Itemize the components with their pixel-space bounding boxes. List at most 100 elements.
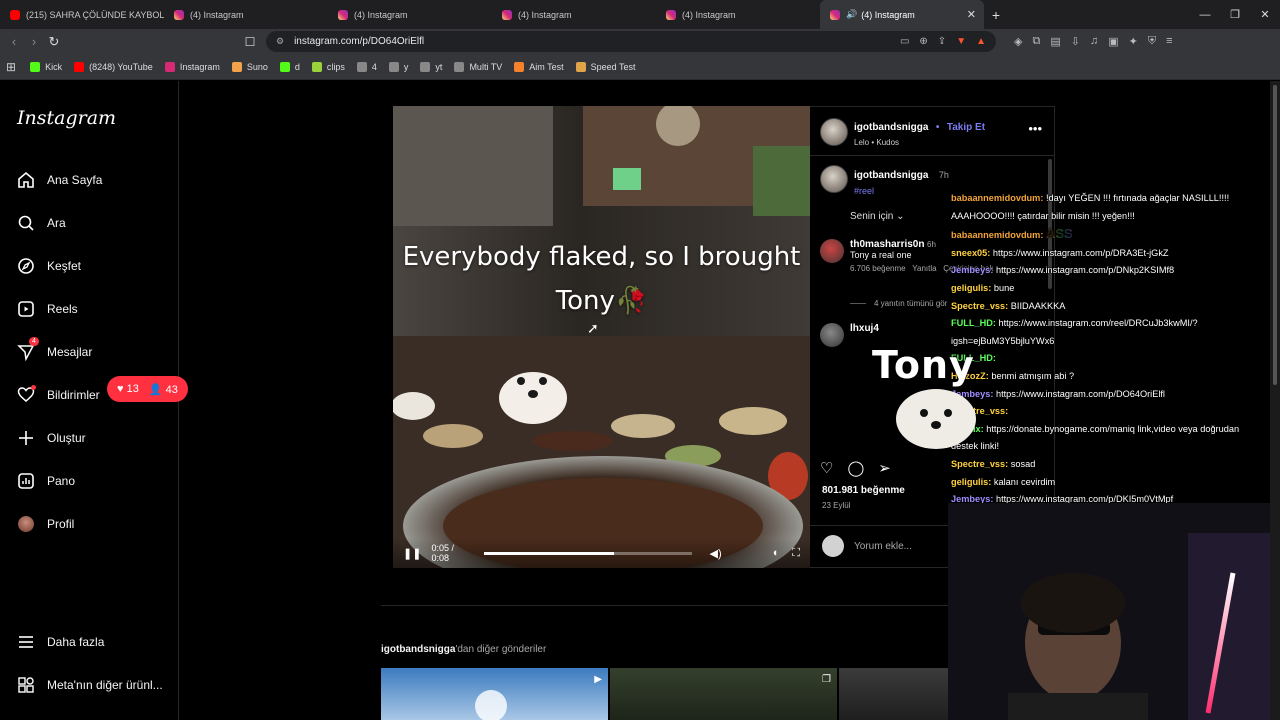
- nav-home[interactable]: Ana Sayfa: [17, 171, 102, 189]
- site-info-icon[interactable]: ⚙: [276, 36, 284, 47]
- add-comment[interactable]: Yorum ekle...: [822, 535, 912, 557]
- reading-list-icon[interactable]: ▣: [1108, 35, 1118, 48]
- bookmark-item[interactable]: Aim Test: [514, 61, 564, 72]
- sun-image: [475, 690, 507, 720]
- instagram-logo[interactable]: Instagram: [17, 107, 116, 129]
- comment-icon[interactable]: ◯: [847, 459, 864, 477]
- minimize-icon[interactable]: —: [1190, 9, 1220, 21]
- post-video[interactable]: Everybody flaked, so I brought Tony🥀 ➚ ❚…: [393, 106, 810, 568]
- more-options-icon[interactable]: •••: [1028, 121, 1042, 136]
- comment-username[interactable]: lhxuj4: [850, 323, 879, 334]
- music-icon[interactable]: ♫: [1090, 35, 1098, 48]
- notification-popup[interactable]: ♥ 13 👤 43: [107, 376, 188, 402]
- vpn-icon[interactable]: ⛨: [1148, 35, 1156, 48]
- close-tab-icon[interactable]: ✕: [967, 8, 976, 21]
- close-window-icon[interactable]: ✕: [1250, 8, 1280, 21]
- post-thumbnail[interactable]: [839, 668, 948, 720]
- bookmark-item[interactable]: yt: [420, 61, 442, 72]
- nav-meta[interactable]: Meta'nın diğer ürünl...: [17, 676, 163, 694]
- browser-tab[interactable]: (4) Instagram: [164, 0, 328, 29]
- bookmark-item[interactable]: Suno: [231, 61, 268, 72]
- zoom-icon[interactable]: ⊕: [919, 36, 927, 47]
- nav-search[interactable]: Ara: [17, 214, 66, 232]
- author-name[interactable]: igotbandsnigga: [854, 122, 928, 133]
- comment-username[interactable]: th0masharris0n: [850, 239, 924, 250]
- video-progress-bar[interactable]: [483, 551, 692, 555]
- extensions-icon[interactable]: ⧉: [1032, 35, 1040, 48]
- share-icon[interactable]: ⇪: [938, 36, 946, 47]
- browser-toolbar: ‹ › ↻ ☐ ⚙ instagram.com/p/DO64OriElfl ▭ …: [0, 29, 1280, 54]
- author-avatar[interactable]: [820, 118, 848, 146]
- bookmark-item[interactable]: Multi TV: [454, 61, 502, 72]
- add-comment-input[interactable]: Yorum ekle...: [854, 541, 912, 552]
- share-icon[interactable]: ➢: [878, 459, 891, 477]
- commenter-avatar[interactable]: [820, 323, 844, 347]
- view-replies[interactable]: 4 yanıtın tümünü gör: [850, 299, 947, 308]
- browser-tab[interactable]: (4) Instagram: [328, 0, 492, 29]
- comment-likes[interactable]: 6.706 beğenme: [850, 264, 906, 273]
- like-icon[interactable]: ♡: [820, 459, 833, 477]
- bookmark-item[interactable]: Speed Test: [575, 61, 636, 72]
- likes-count[interactable]: 801.981 beğenme: [822, 485, 905, 496]
- sound-icon[interactable]: ◖: [772, 547, 779, 559]
- bookmark-icon[interactable]: ☐: [242, 35, 258, 49]
- bookmark-item[interactable]: clips: [311, 61, 345, 72]
- restore-icon[interactable]: ❐: [1220, 8, 1250, 21]
- instagram-icon: [502, 9, 512, 20]
- bookmark-item[interactable]: Instagram: [164, 61, 220, 72]
- nav-home-label: Ana Sayfa: [47, 173, 103, 187]
- nav-reels[interactable]: Reels: [17, 300, 78, 318]
- nav-dashboard[interactable]: Pano: [17, 472, 75, 490]
- nav-create[interactable]: Oluştur: [17, 429, 86, 447]
- bookmark-item[interactable]: (8248) YouTube: [74, 61, 153, 72]
- chat-message: geligulis: bune: [951, 280, 1251, 298]
- brave-rewards-icon[interactable]: ▲: [976, 36, 986, 47]
- ai-icon[interactable]: ✦: [1129, 35, 1138, 48]
- speaker-icon[interactable]: 🔊: [846, 9, 857, 20]
- commenter-avatar[interactable]: [820, 239, 844, 263]
- more-posts-user[interactable]: igotbandsnigga: [381, 644, 455, 655]
- nav-more[interactable]: Daha fazla: [17, 633, 104, 651]
- cast-icon[interactable]: ▭: [900, 36, 909, 47]
- volume-icon[interactable]: ◀): [710, 547, 722, 560]
- forward-icon[interactable]: ›: [24, 34, 44, 49]
- apps-grid-icon[interactable]: ⊞: [6, 60, 16, 74]
- follow-button[interactable]: Takip Et: [947, 122, 985, 133]
- brave-shield-icon[interactable]: ▼: [956, 36, 966, 47]
- reload-icon[interactable]: ↻: [44, 34, 64, 50]
- hashtag-link[interactable]: #reel: [854, 186, 949, 196]
- tab-title: (215) SAHRA ÇÖLÜNDE KAYBOLAN E: [26, 9, 164, 20]
- caption-username[interactable]: igotbandsnigga: [854, 170, 928, 181]
- address-bar[interactable]: ⚙ instagram.com/p/DO64OriElfl ▭ ⊕ ⇪ ▼ ▲: [266, 31, 996, 52]
- nav-explore[interactable]: Keşfet: [17, 257, 81, 275]
- nav-notifications[interactable]: Bildirimler: [17, 385, 100, 404]
- browser-tab[interactable]: (4) Instagram: [492, 0, 656, 29]
- sidebar-toggle-icon[interactable]: ▤: [1050, 35, 1060, 48]
- page-scrollbar[interactable]: [1270, 81, 1280, 720]
- bookmark-item[interactable]: d: [279, 61, 300, 72]
- audio-subline[interactable]: Lelo • Kudos: [854, 138, 985, 147]
- new-tab-button[interactable]: +: [984, 7, 1008, 23]
- caption-avatar[interactable]: [820, 165, 848, 193]
- nav-profile[interactable]: Profil: [17, 515, 74, 533]
- wallet-icon[interactable]: ◈: [1014, 35, 1022, 48]
- bookmark-item[interactable]: 4: [356, 61, 377, 72]
- reply-button[interactable]: Yanıtla: [912, 264, 936, 273]
- back-icon[interactable]: ‹: [4, 34, 24, 49]
- bookmark-label: y: [403, 61, 409, 72]
- comment-sort[interactable]: Senin için ⌄: [850, 211, 905, 222]
- bookmark-item[interactable]: y: [388, 61, 409, 72]
- fullscreen-icon[interactable]: ⛶: [792, 547, 800, 560]
- browser-tab[interactable]: (4) Instagram: [656, 0, 820, 29]
- browser-tab[interactable]: (215) SAHRA ÇÖLÜNDE KAYBOLAN E: [0, 0, 164, 29]
- bookmark-item[interactable]: Kick: [30, 61, 62, 72]
- nav-messages[interactable]: 4 Mesajlar: [17, 337, 92, 361]
- post-thumbnail[interactable]: ▶: [381, 668, 608, 720]
- instagram-icon: [666, 9, 676, 20]
- sort-label: Senin için: [850, 211, 894, 222]
- post-thumbnail[interactable]: ❐: [610, 668, 837, 720]
- menu-icon[interactable]: ≡: [1166, 35, 1172, 48]
- pause-icon[interactable]: ❚❚: [403, 547, 421, 560]
- browser-tab[interactable]: 🔊 (4) Instagram ✕: [820, 0, 984, 29]
- download-icon[interactable]: ⇩: [1071, 35, 1080, 48]
